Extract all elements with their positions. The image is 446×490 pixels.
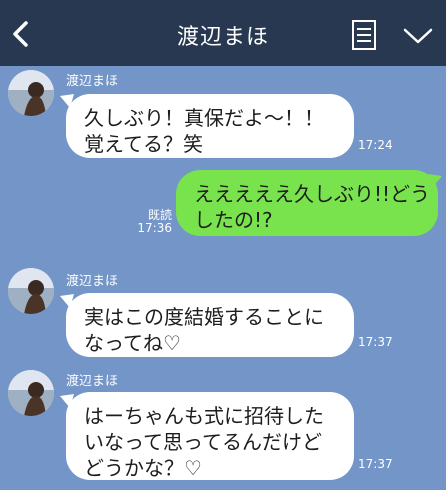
message-line: 久しぶり！真保だよ～！！ (84, 106, 324, 130)
message-line: えええええ久しぶり!!どう (194, 182, 431, 206)
message-bubble[interactable]: 実はこの度結婚することに なってね♡ (66, 293, 354, 357)
bubble-tail (428, 174, 442, 188)
message-bubble[interactable]: えええええ久しぶり!!どう したの!? (176, 170, 438, 236)
notes-list-icon (349, 20, 381, 56)
message-line: いなって思ってるんだけど (84, 430, 322, 454)
chevron-down-icon (398, 28, 438, 54)
message-bubble[interactable]: はーちゃんも式に招待した いなって思ってるんだけど どうかな？♡ (66, 392, 354, 480)
message-line: なってね♡ (84, 331, 181, 355)
message-line: 実はこの度結婚することに (84, 305, 324, 329)
avatar[interactable] (8, 70, 54, 116)
message-line: どうかな？♡ (84, 456, 202, 480)
chat-header: 渡辺まほ (0, 0, 446, 66)
notes-button[interactable] (349, 18, 381, 52)
message-line: はーちゃんも式に招待した (84, 404, 324, 428)
message-line: 覚えてる？笑 (84, 132, 203, 156)
timestamp: 17:24 (358, 138, 393, 152)
timestamp: 17:36 (137, 221, 172, 235)
message-line: したの!? (194, 208, 273, 232)
avatar[interactable] (8, 370, 54, 416)
timestamp: 17:37 (358, 335, 393, 349)
avatar[interactable] (8, 268, 54, 314)
sender-name: 渡辺まほ (66, 274, 119, 289)
message-bubble[interactable]: 久しぶり！真保だよ～！！ 覚えてる？笑 (66, 94, 354, 158)
sender-name: 渡辺まほ (66, 74, 119, 89)
timestamp: 17:37 (358, 457, 393, 471)
expand-button[interactable] (398, 22, 438, 50)
sender-name: 渡辺まほ (66, 374, 119, 389)
